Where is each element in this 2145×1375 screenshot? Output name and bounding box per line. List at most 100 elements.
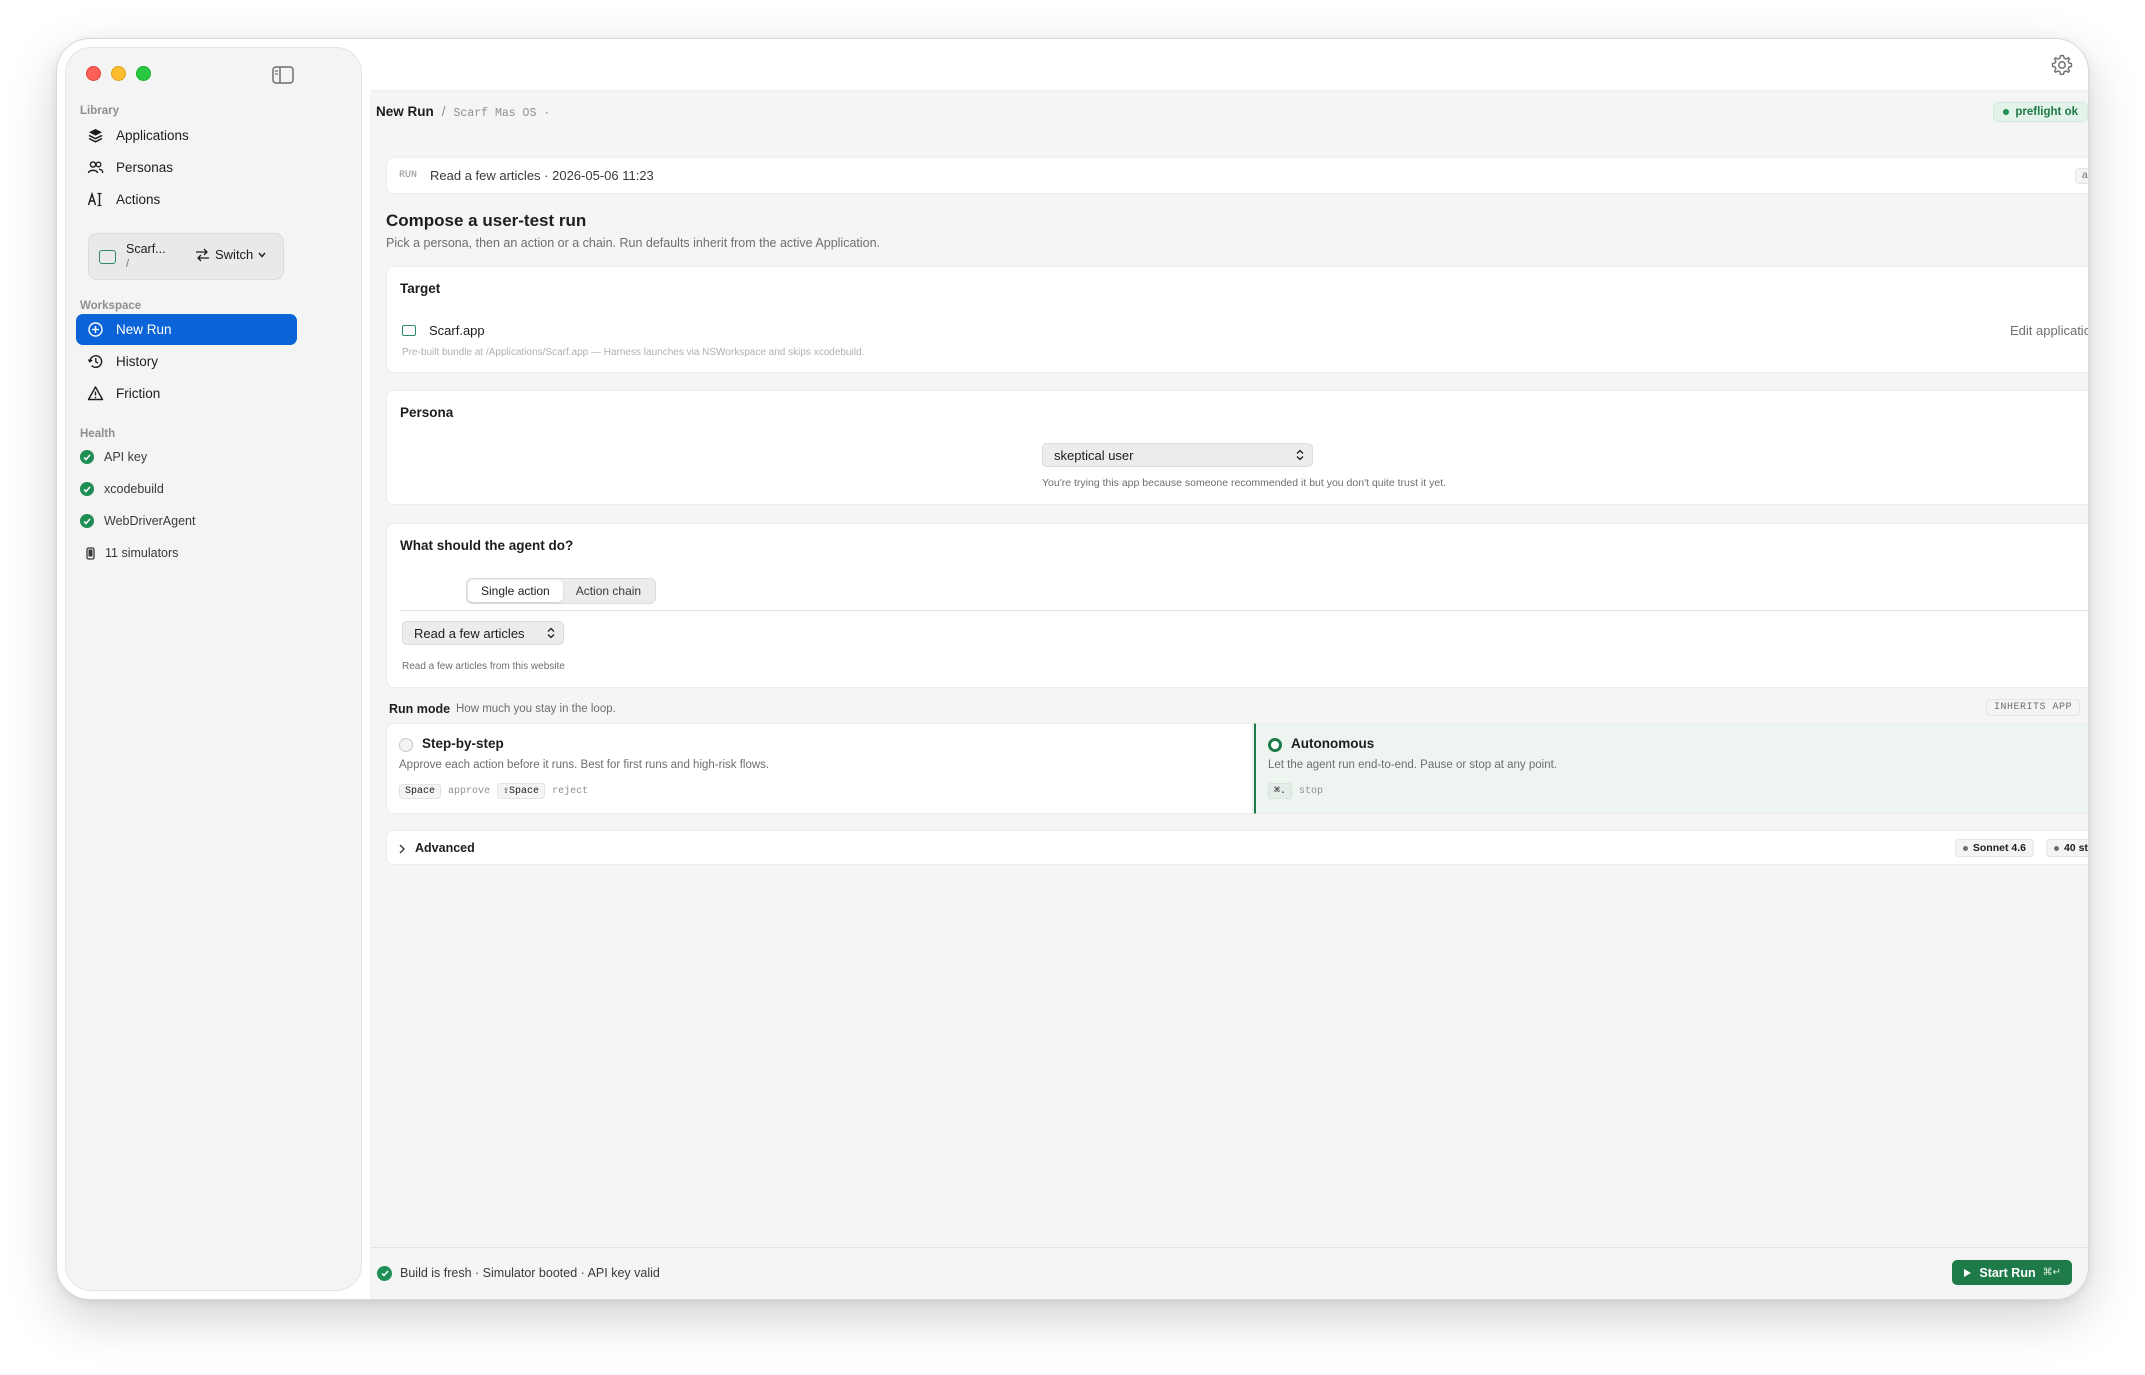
sidebar-item-applications[interactable]: Applications (76, 120, 297, 151)
advanced-disclosure[interactable]: Advanced Sonnet 4.6 40 steps (386, 830, 2088, 865)
radio-autonomous[interactable] (1268, 738, 1282, 752)
edit-application-link[interactable]: Edit application... (2010, 323, 2088, 338)
persona-selected-value: skeptical user (1054, 447, 1134, 463)
switch-app-button[interactable]: Switch (195, 247, 266, 262)
steps-label: 40 steps (2063, 842, 2088, 854)
start-run-shortcut: ⌘↵ (2042, 1267, 2061, 1278)
run-mode-label: Run mode (389, 702, 451, 716)
target-app-name: Scarf.app (429, 323, 485, 338)
health-item-label: WebDriverAgent (104, 514, 196, 528)
status-dot-icon (1962, 845, 1968, 851)
action-description: Read a few articles from this website (402, 661, 565, 672)
radio-step-by-step[interactable] (399, 738, 413, 752)
people-icon (87, 161, 104, 174)
run-mode-step-by-step[interactable]: Step-by-step Approve each action before … (386, 723, 1253, 814)
health-item-simulators: 11 simulators (86, 540, 178, 566)
action-text-icon (87, 191, 102, 207)
sidebar-item-label: New Run (116, 322, 172, 337)
sidebar-item-new-run[interactable]: New Run (76, 314, 297, 345)
target-title: Target (400, 281, 441, 296)
sidebar-item-history[interactable]: History (76, 346, 297, 377)
key-hint: ⇧Space (497, 783, 546, 799)
sidebar-item-personas[interactable]: Personas (76, 152, 297, 183)
sidebar-item-friction[interactable]: Friction (76, 378, 297, 409)
check-circle-icon (377, 1266, 392, 1281)
sidebar-toggle-icon[interactable] (272, 66, 294, 84)
run-summary-text: Read a few articles · 2026-05-06 11:23 (430, 168, 654, 183)
inherits-app-tag: INHERITS APP (1985, 699, 2080, 716)
mode-description: Approve each action before it runs. Best… (399, 759, 770, 771)
action-select[interactable]: Read a few articles (402, 621, 564, 645)
app-window: Library Applications Personas Actions Sc… (56, 38, 2089, 1300)
sidebar-item-label: Applications (116, 128, 189, 143)
swap-arrows-icon (196, 248, 209, 261)
warning-icon (87, 386, 104, 401)
health-item-label: 11 simulators (105, 546, 179, 560)
clock-icon (87, 355, 103, 368)
title-bar (370, 39, 2088, 91)
mode-title: Autonomous (1291, 736, 1375, 751)
footer-status-text: Build is fresh · Simulator booted · API … (400, 1266, 660, 1280)
key-hint: Space (399, 783, 442, 799)
persona-card: Persona skeptical user You're trying thi… (386, 390, 2088, 505)
app-window-icon (99, 250, 116, 264)
persona-title: Persona (400, 405, 454, 420)
updown-chevron-icon (1296, 449, 1304, 461)
key-action: approve (448, 785, 491, 797)
app-switcher[interactable]: Scarf... / Switch (88, 233, 284, 280)
target-card: Target Scarf.app Pre-built bundle at /Ap… (386, 266, 2088, 373)
start-run-label: Start Run (1979, 1265, 2036, 1280)
phone-icon (86, 546, 95, 560)
tab-action-chain[interactable]: Action chain (563, 580, 654, 602)
status-dot-icon (2053, 845, 2059, 851)
health-section-label: Health (80, 428, 116, 440)
keyboard-hints: ⌘. stop (1268, 783, 1323, 799)
sidebar: Library Applications Personas Actions Sc… (65, 47, 362, 1291)
check-circle-icon (80, 450, 94, 464)
stack-icon (88, 129, 103, 143)
run-tag: RUN (399, 170, 418, 181)
sidebar-item-actions[interactable]: Actions (76, 184, 297, 215)
health-item-webdriveragent: WebDriverAgent (80, 508, 195, 534)
main-content: New Run / Scarf Mas OS · preflight ok RU… (370, 39, 2088, 1299)
run-mode-sublabel: How much you stay in the loop. (456, 703, 616, 715)
keyboard-hints: Space approve ⇧Space reject (399, 783, 588, 799)
breadcrumb-app[interactable]: Scarf Mas OS · (454, 107, 551, 120)
divider (400, 610, 2088, 611)
check-circle-icon (80, 514, 94, 528)
chevron-right-icon (399, 844, 405, 854)
app-switcher-path: / (126, 258, 130, 270)
steps-badge: 40 steps (2045, 839, 2088, 857)
play-icon (1964, 1268, 1972, 1277)
sidebar-item-label: Actions (116, 192, 161, 207)
run-summary-bar: RUN Read a few articles · 2026-05-06 11:… (386, 157, 2088, 194)
gear-icon[interactable] (2050, 53, 2074, 77)
persona-select[interactable]: skeptical user (1042, 443, 1313, 467)
key-action: stop (1299, 785, 1324, 797)
breadcrumb: New Run / Scarf Mas OS · (376, 104, 550, 120)
health-item-api-key: API key (80, 444, 147, 470)
run-mode-tag: auto (2074, 168, 2088, 184)
window-controls (86, 66, 151, 81)
target-description: Pre-built bundle at /Applications/Scarf.… (402, 347, 865, 358)
app-switcher-name: Scarf... (126, 242, 166, 256)
plus-circle-icon (88, 322, 103, 337)
close-window-button[interactable] (86, 66, 101, 81)
updown-chevron-icon (547, 627, 555, 639)
zoom-window-button[interactable] (136, 66, 151, 81)
start-run-button[interactable]: Start Run ⌘↵ (1952, 1260, 2072, 1285)
footer-bar: Build is fresh · Simulator booted · API … (370, 1247, 2088, 1299)
run-mode-autonomous[interactable]: Autonomous Let the agent run end-to-end.… (1254, 723, 2088, 814)
preflight-label: preflight ok (2015, 106, 2078, 118)
minimize-window-button[interactable] (111, 66, 126, 81)
health-item-xcodebuild: xcodebuild (80, 476, 164, 502)
action-mode-segmented: Single action Action chain (466, 578, 657, 604)
switch-label: Switch (215, 247, 254, 262)
model-badge: Sonnet 4.6 (1954, 839, 2034, 857)
sidebar-item-label: Personas (116, 160, 174, 175)
health-item-label: xcodebuild (104, 482, 164, 496)
advanced-label: Advanced (415, 841, 475, 855)
page-title: New Run (376, 104, 434, 119)
compose-subtitle: Pick a persona, then an action or a chai… (386, 236, 881, 250)
tab-single-action[interactable]: Single action (468, 580, 563, 602)
